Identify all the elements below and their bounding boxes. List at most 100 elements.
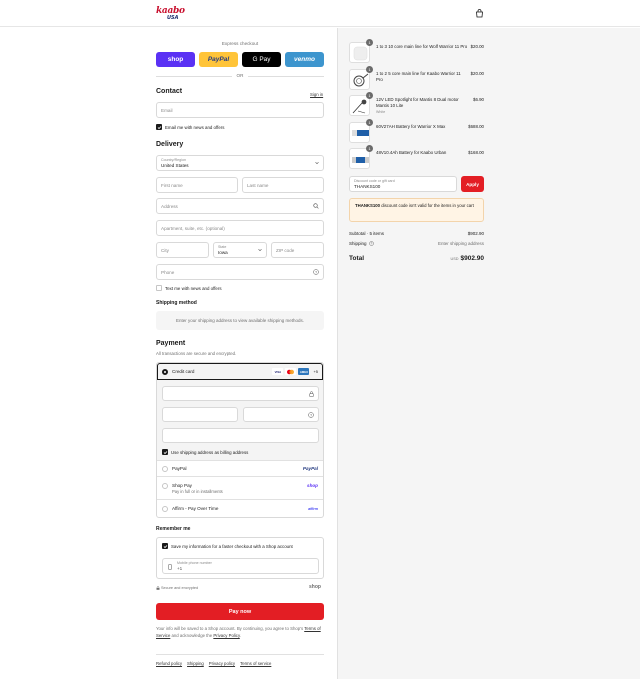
radio-unselected[interactable] [162,483,168,489]
visa-icon: VISA [272,368,284,375]
item-price: $20.00 [470,71,484,76]
shipping-link[interactable]: Shipping [187,661,204,666]
item-variant: White [376,110,386,114]
mobile-phone-field[interactable]: Mobile phone number +1 [162,558,319,574]
shop-pay-option[interactable]: Shop Pay Pay in full or in installments … [157,476,323,499]
shop-pay-button[interactable]: shop [156,52,195,67]
sign-in-link[interactable]: Sign in [310,92,323,97]
shop-terms-text: Your info will be saved to a Shop accoun… [156,626,324,639]
svg-text:?: ? [310,413,312,417]
shipping-info-box: Enter your shipping address to view avai… [156,311,324,330]
credit-card-option[interactable]: Credit card VISA AMEX +5 [157,363,323,380]
terms-text-part1: Your info will be saved to a Shop accoun… [156,626,305,631]
refund-policy-link[interactable]: Refund policy [156,661,182,666]
card-number-field[interactable] [162,386,319,401]
warning-text: discount code isn't valid for the items … [380,203,474,208]
shop-privacy-link[interactable]: Privacy Policy [213,633,239,638]
zip-field[interactable]: ZIP code [271,242,324,258]
apartment-field[interactable]: Apartment, suite, etc. (optional) [156,220,324,236]
item-name: 12V LED Spotlight for Mantis 8 Dual moto… [376,97,468,115]
express-buttons: shop PayPal G Pay venmo [156,52,324,68]
apply-discount-button[interactable]: Apply [461,176,484,192]
more-brands-badge: +5 [313,369,318,374]
radio-unselected[interactable] [162,465,168,472]
checkbox-unchecked[interactable] [156,285,162,291]
footer-links: Refund policy Shipping Privacy policy Te… [156,654,324,666]
checkbox-checked[interactable] [162,449,168,455]
delivery-heading: Delivery [156,141,184,148]
mobile-phone-icon [168,564,172,570]
address-field[interactable]: Address [156,198,324,214]
apartment-placeholder: Apartment, suite, etc. (optional) [161,225,225,231]
pay-now-button[interactable]: Pay now [156,603,324,620]
privacy-policy-link[interactable]: Privacy policy [209,661,235,666]
city-placeholder: City [161,247,169,253]
text-news-checkbox[interactable]: Text me with news and offers [156,285,222,291]
paypal-option[interactable]: PayPal PayPal [157,460,323,476]
contact-heading: Contact [156,88,183,95]
quantity-badge: 1 [366,66,373,73]
phone-field[interactable]: Phone ? [156,264,324,280]
google-pay-button[interactable]: G Pay [242,52,281,67]
quantity-badge: 1 [366,92,373,99]
or-divider: OR [156,73,324,79]
first-name-field[interactable]: First name [156,177,238,193]
terms-of-service-link[interactable]: Terms of service [240,661,271,666]
email-news-checkbox[interactable]: Email me with news and offers [156,124,224,130]
help-circle-icon[interactable]: ? [368,241,374,246]
terms-text-part2: and acknowledge the [170,632,214,638]
paypal-logo: PayPal [302,466,318,471]
affirm-logo: affirm [308,506,318,511]
state-select[interactable]: State Iowa [213,242,267,258]
order-item: 1 12V LED Spotlight for Mantis 8 Dual mo… [349,92,485,121]
email-field[interactable]: Email [156,102,324,118]
affirm-option[interactable]: Affirm - Pay Over Time affirm [157,499,323,517]
country-select[interactable]: Country/Region United States [156,155,324,171]
total-label: Total [349,255,365,262]
card-brands: VISA AMEX +5 [272,368,318,375]
payment-heading: Payment [156,340,186,347]
kaabo-logo[interactable]: kaabo USA [156,7,192,22]
country-value: United States [161,162,189,168]
discount-value: THANKS100 [354,183,381,189]
city-field[interactable]: City [156,242,209,258]
currency-code: USD [450,257,459,261]
checkbox-checked[interactable] [156,124,162,130]
radio-unselected[interactable] [162,505,168,512]
shop-logo: shop [309,584,321,590]
logo-sub: USA [167,15,179,21]
shop-pay-label: Shop Pay [172,483,192,488]
total-amount: USD $902.90 [450,255,484,262]
cart-bag-icon[interactable] [475,9,484,18]
text-news-label: Text me with news and offers [165,285,222,291]
chevron-down-icon [258,248,262,252]
order-item: 1 60V27AH Battery for Warrior X Max $688… [349,119,485,144]
name-on-card-field[interactable] [162,428,319,443]
venmo-button[interactable]: venmo [285,52,324,67]
radio-selected[interactable] [162,368,168,375]
last-name-field[interactable]: Last name [242,177,324,193]
item-name: 1 to 2 5 core main line for Kaabo Warrio… [376,71,461,82]
express-checkout-title: Express checkout [221,41,259,46]
order-item: 1 1 to 3 10 core main line for Wolf Warr… [349,39,485,64]
help-circle-icon[interactable]: ? [308,412,314,418]
shop-pay-sublabel: Pay in full or in installments [172,489,223,494]
checkbox-checked[interactable] [162,543,168,549]
terms-text-part3: . [239,632,241,638]
item-price: $20.00 [470,44,484,49]
lock-icon [156,586,160,590]
credit-card-form: ? Use shipping address as billing addres… [157,380,323,460]
discount-code-field[interactable]: Discount code or gift card THANKS100 [349,176,457,192]
item-price: $6.90 [473,97,484,102]
payment-subtext: All transactions are secure and encrypte… [156,351,237,356]
help-circle-icon[interactable]: ? [313,269,319,275]
paypal-option-label: PayPal [172,466,187,471]
billing-address-checkbox[interactable]: Use shipping address as billing address [162,449,248,455]
paypal-button[interactable]: PayPal [199,52,238,67]
save-info-checkbox[interactable]: Save my information for a faster checkou… [162,543,293,549]
billing-address-label: Use shipping address as billing address [171,449,249,455]
security-code-field[interactable]: ? [243,407,319,422]
address-placeholder: Address [161,203,178,209]
secure-encrypted-text: Secure and encrypted [161,586,199,590]
expiration-date-field[interactable] [162,407,238,422]
